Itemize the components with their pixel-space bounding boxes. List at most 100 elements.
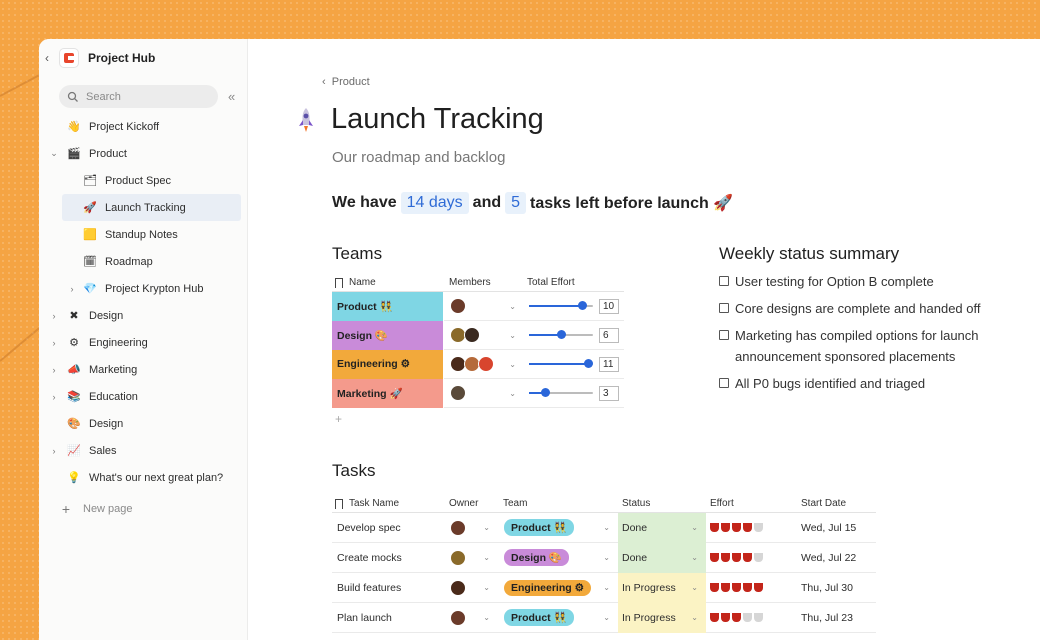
team-name-cell[interactable]: Engineering ⚙ <box>332 349 444 379</box>
chevron-icon[interactable]: › <box>47 338 61 348</box>
new-page-button[interactable]: + New page <box>39 495 247 522</box>
column-header[interactable]: Task Name <box>332 498 444 509</box>
sidebar-item-product[interactable]: ⌄ 🎬 Product <box>39 140 247 167</box>
column-header[interactable]: Total Effort <box>524 277 624 288</box>
column-header[interactable]: Effort <box>706 495 796 513</box>
effort-slider[interactable] <box>529 359 593 368</box>
team-name-cell[interactable]: Design 🎨 <box>332 320 444 350</box>
status-cell[interactable]: In Progress ⌄ <box>618 602 706 633</box>
effort-rating[interactable] <box>706 543 796 573</box>
chevron-down-icon[interactable]: ⌄ <box>603 553 610 562</box>
sidebar-item-sales[interactable]: › 📈 Sales <box>39 437 247 464</box>
chevron-down-icon[interactable]: ⌄ <box>603 583 610 592</box>
start-date-cell[interactable]: Thu, Jul 30 <box>796 573 876 603</box>
team-cell[interactable]: Product 👯 ⌄ <box>498 603 618 633</box>
breadcrumb[interactable]: ‹ Product <box>322 76 370 88</box>
members-cell[interactable]: ⌄ <box>444 350 524 379</box>
task-name-cell[interactable]: Plan launch <box>332 612 444 624</box>
chevron-down-icon[interactable]: ⌄ <box>509 302 516 311</box>
coffee-cup-icon[interactable] <box>754 613 763 622</box>
coffee-cup-icon[interactable] <box>732 553 741 562</box>
coffee-cup-icon[interactable] <box>732 613 741 622</box>
coffee-cup-icon[interactable] <box>710 613 719 622</box>
sidebar-item-engineering[interactable]: › ⚙ Engineering <box>39 329 247 356</box>
status-cell[interactable]: Done ⌄ <box>618 512 706 543</box>
chevron-down-icon[interactable]: ⌄ <box>483 523 490 532</box>
coffee-cup-icon[interactable] <box>743 553 752 562</box>
start-date-cell[interactable]: Wed, Jul 15 <box>796 513 876 543</box>
coffee-cup-icon[interactable] <box>743 583 752 592</box>
effort-rating[interactable] <box>706 573 796 603</box>
chevron-down-icon[interactable]: ⌄ <box>603 613 610 622</box>
chevron-icon[interactable]: › <box>47 446 61 456</box>
effort-number-input[interactable]: 6 <box>599 327 619 343</box>
team-cell[interactable]: Engineering ⚙ ⌄ <box>498 573 618 603</box>
chevron-down-icon[interactable]: ⌄ <box>691 583 698 592</box>
coffee-cup-icon[interactable] <box>710 523 719 532</box>
chevron-icon[interactable]: › <box>47 311 61 321</box>
chevron-icon[interactable]: › <box>47 392 61 402</box>
effort-number-input[interactable]: 3 <box>599 385 619 401</box>
sidebar-item-design[interactable]: › ✖ Design <box>39 302 247 329</box>
task-name-cell[interactable]: Build features <box>332 582 444 594</box>
owner-cell[interactable]: ⌄ <box>444 603 498 633</box>
coffee-cup-icon[interactable] <box>732 583 741 592</box>
coffee-cup-icon[interactable] <box>710 583 719 592</box>
effort-slider[interactable] <box>529 301 593 310</box>
team-cell[interactable]: Design 🎨 ⌄ <box>498 543 618 573</box>
sidebar-item-product-spec[interactable]: 🗂 Product Spec <box>39 167 247 194</box>
team-name-cell[interactable]: Product 👯 <box>332 291 444 321</box>
chevron-icon[interactable]: ⌄ <box>47 148 61 159</box>
team-cell[interactable]: Product 👯 ⌄ <box>498 513 618 543</box>
collapse-sidebar-icon[interactable]: « <box>228 89 235 104</box>
sidebar-item-design[interactable]: 🎨 Design <box>39 410 247 437</box>
search-input[interactable]: Search <box>59 85 218 108</box>
coffee-cup-icon[interactable] <box>743 523 752 532</box>
sidebar-item-project-kickoff[interactable]: 👋 Project Kickoff <box>39 113 247 140</box>
chevron-down-icon[interactable]: ⌄ <box>691 553 698 562</box>
members-cell[interactable]: ⌄ <box>444 379 524 408</box>
effort-slider[interactable] <box>529 388 593 397</box>
effort-number-input[interactable]: 11 <box>599 356 619 372</box>
task-name-cell[interactable]: Develop spec <box>332 522 444 534</box>
column-header[interactable]: Owner <box>444 495 498 513</box>
task-name-cell[interactable]: Create mocks <box>332 552 444 564</box>
chevron-icon[interactable]: › <box>65 284 79 294</box>
owner-cell[interactable]: ⌄ <box>444 573 498 603</box>
checkbox[interactable] <box>719 330 729 340</box>
add-row-button[interactable]: + <box>332 412 624 426</box>
coffee-cup-icon[interactable] <box>721 553 730 562</box>
sidebar-item-standup-notes[interactable]: 🟨 Standup Notes <box>39 221 247 248</box>
coffee-cup-icon[interactable] <box>721 613 730 622</box>
status-cell[interactable]: Done ⌄ <box>618 542 706 573</box>
coffee-cup-icon[interactable] <box>721 523 730 532</box>
column-header[interactable]: Start Date <box>796 495 876 513</box>
back-chevron-icon[interactable]: ‹ <box>45 51 57 65</box>
coffee-cup-icon[interactable] <box>710 553 719 562</box>
chevron-icon[interactable]: › <box>47 365 61 375</box>
coffee-cup-icon[interactable] <box>732 523 741 532</box>
checkbox[interactable] <box>719 303 729 313</box>
chevron-down-icon[interactable]: ⌄ <box>691 523 698 532</box>
chevron-down-icon[interactable]: ⌄ <box>509 389 516 398</box>
column-header[interactable]: Status <box>618 495 706 513</box>
team-name-cell[interactable]: Marketing 🚀 <box>332 378 444 408</box>
effort-number-input[interactable]: 10 <box>599 298 619 314</box>
effort-slider[interactable] <box>529 330 593 339</box>
chevron-down-icon[interactable]: ⌄ <box>483 553 490 562</box>
start-date-cell[interactable]: Wed, Jul 22 <box>796 543 876 573</box>
members-cell[interactable]: ⌄ <box>444 292 524 321</box>
column-header[interactable]: Team <box>498 495 618 513</box>
owner-cell[interactable]: ⌄ <box>444 543 498 573</box>
slider-knob[interactable] <box>578 301 588 310</box>
start-date-cell[interactable]: Thu, Jul 23 <box>796 603 876 633</box>
effort-rating[interactable] <box>706 513 796 543</box>
sidebar-item-marketing[interactable]: › 📣 Marketing <box>39 356 247 383</box>
checkbox[interactable] <box>719 276 729 286</box>
coffee-cup-icon[interactable] <box>754 583 763 592</box>
chevron-down-icon[interactable]: ⌄ <box>483 613 490 622</box>
coffee-cup-icon[interactable] <box>754 553 763 562</box>
chevron-down-icon[interactable]: ⌄ <box>509 331 516 340</box>
members-cell[interactable]: ⌄ <box>444 321 524 350</box>
coffee-cup-icon[interactable] <box>754 523 763 532</box>
